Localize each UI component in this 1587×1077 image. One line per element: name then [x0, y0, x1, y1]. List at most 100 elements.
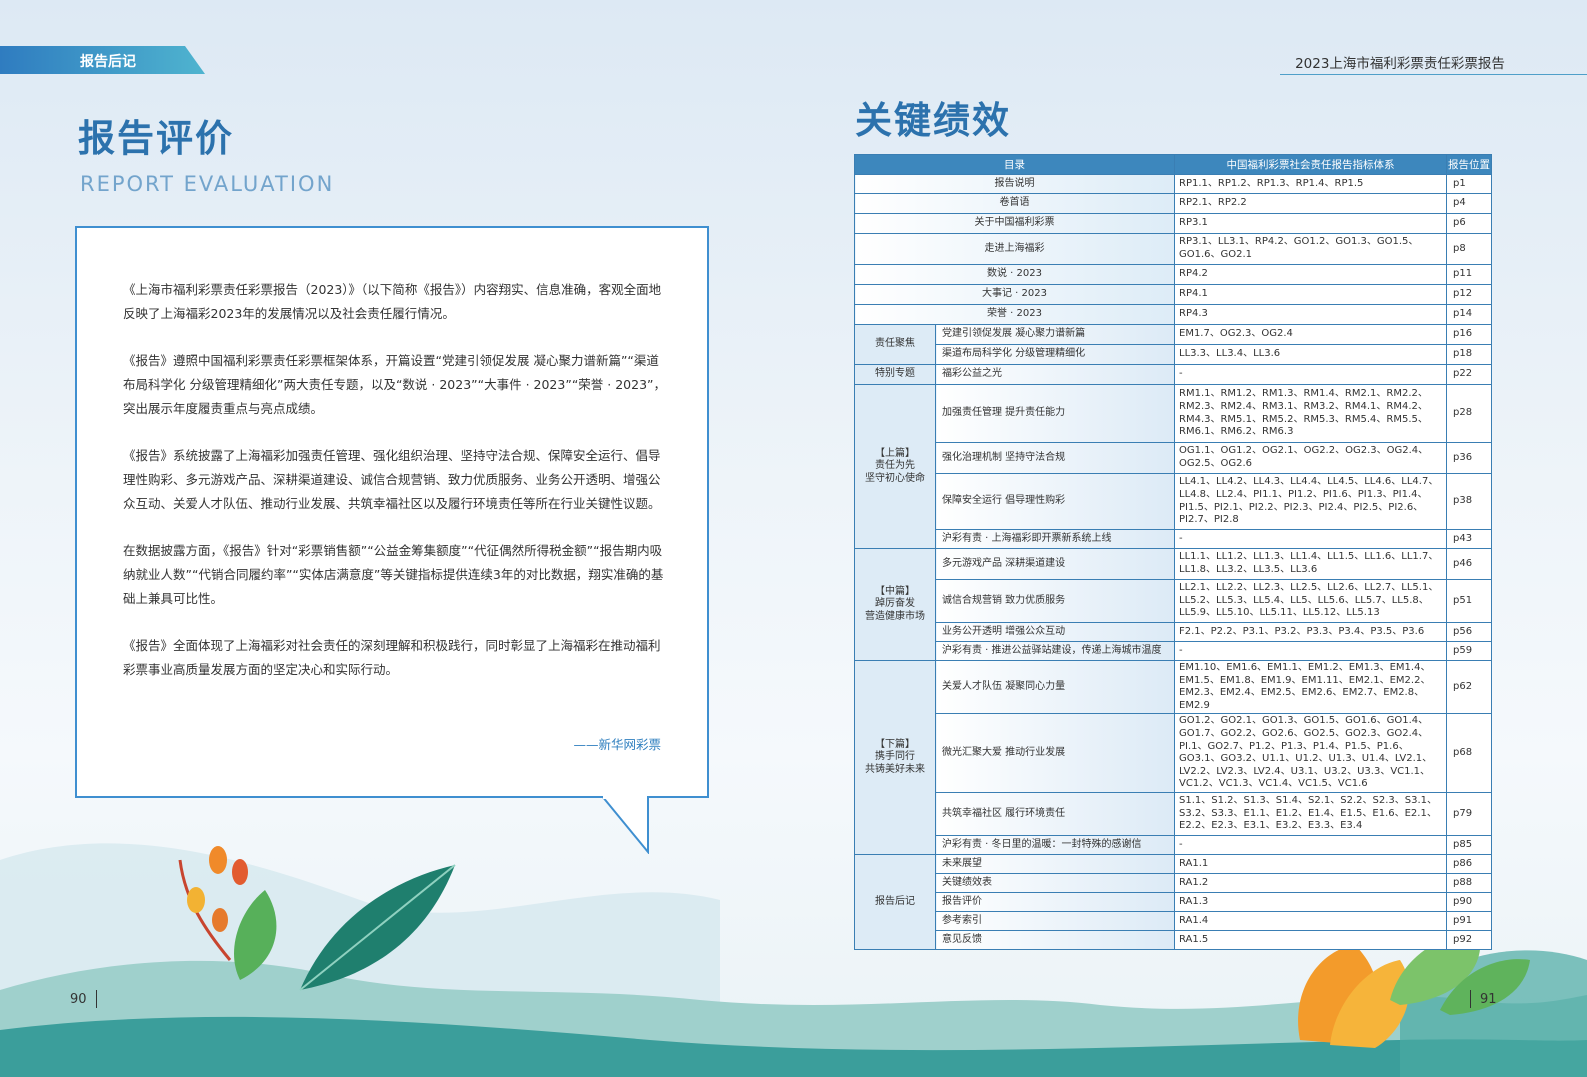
row-page: p4 [1446, 193, 1492, 214]
table-row: 报告后记 未来展望 RA1.1 p86 [854, 853, 1492, 950]
row-indicators: RA1.5 [1174, 929, 1447, 950]
table-row: 【中篇】 踔厉奋发 营造健康市场 多元游戏产品 深耕渠道建设 LL1.1、LL1.… [854, 548, 1492, 661]
row-page: p6 [1446, 213, 1492, 234]
group-label: 责任聚焦 [854, 324, 936, 365]
row-label: 沪彩有责 · 推进公益驿站建设，传递上海城市温度 [935, 641, 1175, 661]
row-label: 党建引领促发展 凝心聚力谱新篇 [935, 324, 1175, 345]
row-label: 意见反馈 [935, 929, 1175, 950]
page-subtitle: REPORT EVALUATION [80, 172, 335, 196]
row-label: 沪彩有责 · 上海福彩即开票新系统上线 [935, 529, 1175, 549]
row-label: 强化治理机制 坚持守法合规 [935, 442, 1175, 474]
table-row: 关于中国福利彩票 RP3.1 p6 [854, 213, 1492, 234]
group-line: 共铸美好未来 [865, 763, 925, 775]
header-divider [1280, 74, 1587, 75]
table-row: 诚信合规营销 致力优质服务 LL2.1、LL2.2、LL2.3、LL2.5、LL2… [855, 579, 1492, 623]
row-page: p43 [1446, 529, 1492, 549]
row-label: 卷首语 [854, 193, 1175, 214]
row-page: p1 [1446, 174, 1492, 194]
page-number-divider [1470, 990, 1471, 1008]
row-page: p8 [1446, 233, 1492, 265]
row-label: 报告评价 [935, 891, 1175, 912]
group-label: 特别专题 [854, 364, 936, 385]
row-label: 沪彩有责 · 冬日里的温暖：一封特殊的感谢信 [935, 834, 1175, 855]
group-label: 报告后记 [854, 853, 936, 950]
paragraph: 《上海市福利彩票责任彩票报告（2023）》（以下简称《报告》）内容翔实、信息准确… [123, 282, 662, 321]
report-title: 2023上海市福利彩票责任彩票报告 [1295, 56, 1505, 72]
column-header: 中国福利彩票社会责任报告指标体系 [1174, 154, 1447, 175]
row-indicators: RP4.2 [1174, 264, 1447, 285]
row-label: 大事记 · 2023 [854, 284, 1175, 305]
row-indicators: RM1.1、RM1.2、RM1.3、RM1.4、RM2.1、RM2.2、RM2.… [1174, 384, 1447, 443]
row-indicators: RA1.3 [1174, 891, 1447, 912]
row-indicators: OG1.1、OG1.2、OG2.1、OG2.2、OG2.3、OG2.4、OG2.… [1174, 442, 1447, 474]
row-label: 业务公开透明 增强公众互动 [935, 622, 1175, 642]
row-page: p92 [1446, 929, 1492, 950]
row-page: p18 [1446, 344, 1492, 365]
group-line: 踔厉奋发 [875, 598, 915, 610]
row-indicators: EM1.10、EM1.6、EM1.1、EM1.2、EM1.3、EM1.4、EM1… [1174, 659, 1447, 715]
paragraph: 在数据披露方面，《报告》针对“彩票销售额”“公益金筹集额度”“代征偶然所得税金额… [123, 543, 664, 606]
table-row: 意见反馈 RA1.5 p92 [855, 929, 1492, 950]
table-header-row: 目录 中国福利彩票社会责任报告指标体系 报告位置 [854, 154, 1492, 175]
group-line: 携手同行 [875, 751, 915, 763]
group-label-upper: 【上篇】 责任为先 坚守初心使命 [854, 384, 936, 549]
row-page: p56 [1446, 622, 1492, 642]
group-tag: 【下篇】 [875, 738, 915, 750]
table-row: 沪彩有责 · 推进公益驿站建设，传递上海城市温度 - p59 [855, 641, 1492, 661]
row-label: 关于中国福利彩票 [854, 213, 1175, 234]
table-row: 【上篇】 责任为先 坚守初心使命 加强责任管理 提升责任能力 RM1.1、RM1.… [854, 384, 1492, 549]
table-row: 报告评价 RA1.3 p90 [855, 891, 1492, 912]
row-indicators: RP4.3 [1174, 304, 1447, 325]
row-page: p68 [1446, 713, 1492, 793]
row-page: p16 [1446, 324, 1492, 345]
page-number-left: 90 [70, 992, 87, 1007]
row-indicators: - [1174, 364, 1447, 385]
table-row: 沪彩有责 · 冬日里的温暖：一封特殊的感谢信 - p85 [855, 834, 1492, 855]
row-label: 关键绩效表 [935, 872, 1175, 893]
evaluation-text: 《上海市福利彩票责任彩票报告（2023）》（以下简称《报告》）内容翔实、信息准确… [123, 278, 667, 705]
row-label: 荣誉 · 2023 [854, 304, 1175, 325]
row-label: 微光汇聚大爱 推动行业发展 [935, 713, 1175, 793]
table-row: 业务公开透明 增强公众互动 F2.1、P2.2、P3.1、P3.2、P3.3、P3… [855, 622, 1492, 642]
group-line: 责任为先 [875, 460, 915, 472]
row-indicators: RP3.1、LL3.1、RP4.2、GO1.2、GO1.3、GO1.5、GO1.… [1174, 233, 1447, 265]
row-page: p51 [1446, 579, 1492, 623]
group-tag: 【中篇】 [875, 585, 915, 597]
page-title: 报告评价 [78, 117, 234, 160]
table-row: 关键绩效表 RA1.2 p88 [855, 872, 1492, 893]
row-page: p11 [1446, 264, 1492, 285]
table-row: 特别专题 福彩公益之光 - p22 [854, 364, 1492, 385]
row-indicators: S1.1、S1.2、S1.3、S1.4、S2.1、S2.2、S2.3、S3.1、… [1174, 791, 1447, 836]
row-page: p14 [1446, 304, 1492, 325]
row-indicators: - [1174, 834, 1447, 855]
row-page: p36 [1446, 442, 1492, 474]
group-line: 坚守初心使命 [865, 472, 925, 484]
row-indicators: RP4.1 [1174, 284, 1447, 305]
paragraph: 《报告》全面体现了上海福彩对社会责任的深刻理解和积极践行，同时彰显了上海福彩在推… [123, 638, 661, 677]
row-page: p22 [1446, 364, 1492, 385]
table-row: 报告说明 RP1.1、RP1.2、RP1.3、RP1.4、RP1.5 p1 [854, 174, 1492, 194]
row-page: p85 [1446, 834, 1492, 855]
row-page: p59 [1446, 641, 1492, 661]
row-indicators: RP2.1、RP2.2 [1174, 193, 1447, 214]
key-performance-table: 目录 中国福利彩票社会责任报告指标体系 报告位置 报告说明 RP1.1、RP1.2… [854, 154, 1492, 950]
table-row: 责任聚焦 党建引领促发展 凝心聚力谱新篇 EM1.7、OG2.3、OG2.4 p16 [854, 324, 1492, 365]
row-indicators: - [1174, 641, 1447, 661]
row-label: 诚信合规营销 致力优质服务 [935, 579, 1175, 623]
table-row: 卷首语 RP2.1、RP2.2 p4 [854, 193, 1492, 214]
row-label: 走进上海福彩 [854, 233, 1175, 265]
column-header: 目录 [854, 154, 1175, 175]
row-page: p86 [1446, 853, 1492, 874]
row-page: p79 [1446, 791, 1492, 836]
row-indicators: - [1174, 529, 1447, 549]
row-page: p38 [1446, 473, 1492, 530]
row-label: 渠道布局科学化 分级管理精细化 [935, 344, 1175, 365]
group-tag: 【上篇】 [875, 447, 915, 459]
page-number-divider [96, 990, 97, 1008]
table-row: 强化治理机制 坚持守法合规 OG1.1、OG1.2、OG2.1、OG2.2、OG2… [855, 442, 1492, 474]
table-row: 数说 · 2023 RP4.2 p11 [854, 264, 1492, 285]
row-indicators: RP1.1、RP1.2、RP1.3、RP1.4、RP1.5 [1174, 174, 1447, 194]
row-label: 保障安全运行 倡导理性购彩 [935, 473, 1175, 530]
row-page: p46 [1446, 548, 1492, 580]
row-page: p28 [1446, 384, 1492, 443]
